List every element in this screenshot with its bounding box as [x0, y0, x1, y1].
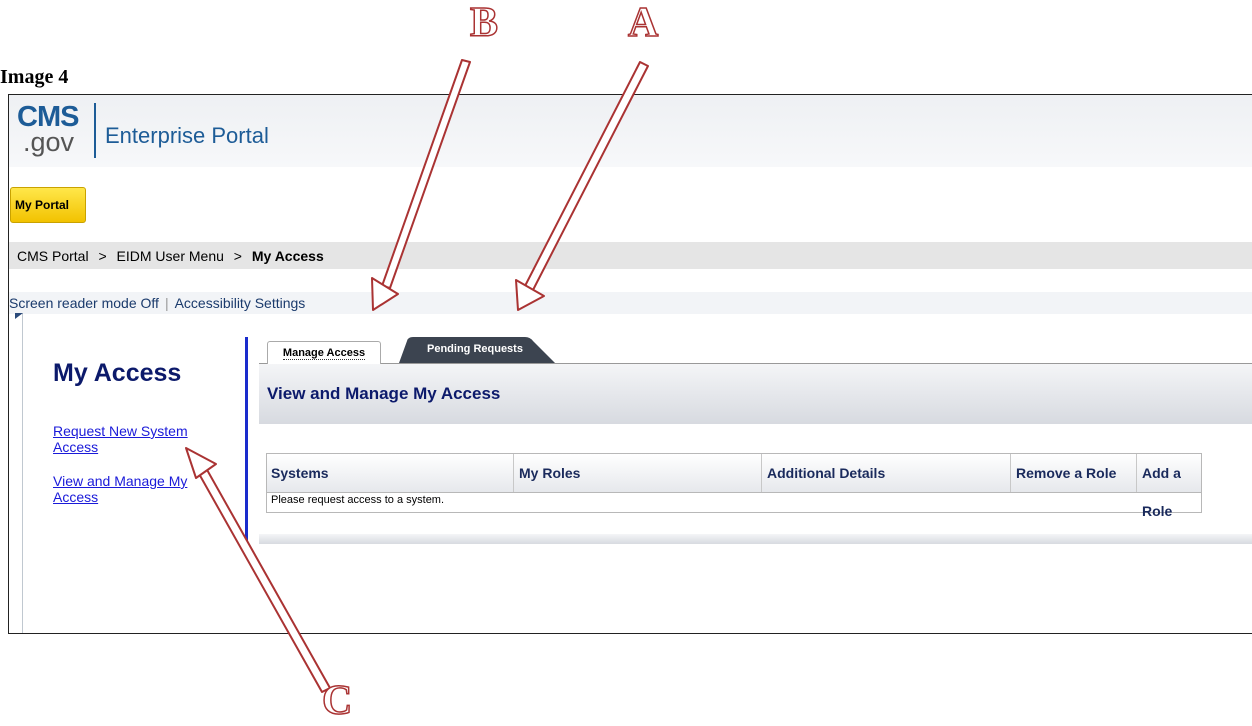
arrow-a-shaft	[524, 61, 649, 291]
arrow-c-shaft	[197, 467, 331, 693]
annotation-arrows	[185, 59, 649, 693]
arrow-c-head	[185, 447, 217, 479]
annotation-label-c: C	[321, 678, 353, 724]
annotation-label-a: A	[627, 0, 659, 46]
arrow-b-shaft	[381, 59, 471, 289]
annotation-label-b: B	[469, 0, 499, 46]
